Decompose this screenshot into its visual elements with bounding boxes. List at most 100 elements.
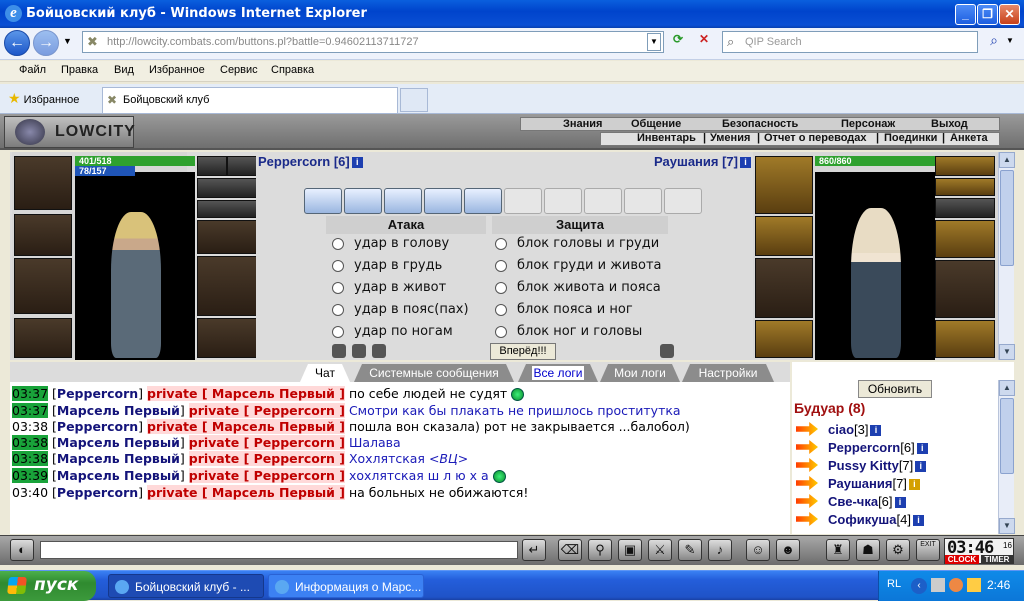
message-sender[interactable]: Марсель Первый — [57, 403, 180, 418]
info-icon[interactable]: i — [870, 425, 882, 437]
enemy-boots-slot[interactable] — [935, 320, 995, 358]
sound-icon[interactable]: ♪ — [708, 539, 732, 561]
taskbar-item[interactable]: Информация о Марс... — [268, 574, 424, 598]
room-user[interactable]: Peppercorn[6] i — [828, 440, 928, 455]
menu-profile[interactable]: Анкета — [950, 132, 988, 144]
refresh-button[interactable]: Обновить — [858, 380, 932, 398]
radio-button[interactable] — [495, 281, 507, 294]
maximize-button[interactable]: ❐ — [977, 4, 998, 25]
scroll-slot-2[interactable] — [344, 188, 382, 214]
room-user[interactable]: Pussy Kitty[7] i — [828, 458, 927, 473]
menu-duels[interactable]: Поединки — [884, 132, 937, 144]
enemy-shield-slot[interactable] — [935, 260, 995, 318]
combat-icon[interactable] — [660, 344, 674, 358]
friends-icon[interactable]: ☻ — [776, 539, 800, 561]
language-indicator[interactable]: RL — [887, 578, 901, 590]
attack-head-option[interactable]: удар в голову — [332, 236, 449, 251]
inventory-icon[interactable]: ♜ — [826, 539, 850, 561]
gloves-slot[interactable] — [197, 220, 257, 254]
private-tag[interactable]: private [ Марсель Первый ] — [147, 419, 345, 434]
search-options-icon[interactable]: ▼ — [1006, 36, 1014, 45]
tab-chat[interactable]: Чат — [300, 364, 350, 382]
search-box[interactable]: ⌕ QIP Search — [722, 31, 978, 53]
menu-help[interactable]: Справка — [271, 64, 314, 76]
stop-icon[interactable]: ✕ — [694, 32, 714, 52]
private-tag[interactable]: private [ Peppercorn ] — [188, 451, 345, 466]
helmet-slot[interactable] — [14, 156, 72, 210]
enemy-name[interactable]: Раушания [7] i — [654, 154, 751, 169]
menu-security[interactable]: Безопасность — [722, 118, 798, 130]
scroll-slot-8[interactable] — [584, 188, 622, 214]
radio-button[interactable] — [495, 259, 507, 272]
player-name[interactable]: Peppercorn [6] i — [258, 154, 363, 169]
volume-icon[interactable] — [967, 578, 981, 592]
scroll-down-icon[interactable]: ▼ — [999, 344, 1015, 360]
settings-icon[interactable]: ⚙ — [886, 539, 910, 561]
enemy-helmet-slot[interactable] — [755, 156, 813, 214]
radio-button[interactable] — [495, 303, 507, 316]
log-icon[interactable]: ✎ — [678, 539, 702, 561]
fight-icon[interactable]: ⚔ — [648, 539, 672, 561]
chat-mode-icon[interactable]: ◐ — [10, 539, 34, 561]
enemy-bracer-slot[interactable] — [755, 216, 813, 256]
new-tab-button[interactable] — [400, 88, 428, 112]
menu-inventory[interactable]: Инвентарь — [637, 132, 696, 144]
radio-button[interactable] — [332, 303, 344, 316]
info-icon[interactable]: i — [351, 157, 363, 169]
close-button[interactable]: ✕ — [999, 4, 1020, 25]
search-go-icon[interactable]: ⌕ — [984, 32, 1004, 52]
address-bar[interactable]: ✖ http://lowcity.combats.com/buttons.pl?… — [82, 31, 664, 53]
menu-transfers-report[interactable]: Отчет о переводах — [764, 132, 867, 144]
radio-button[interactable] — [332, 325, 344, 338]
radio-button[interactable] — [332, 259, 344, 272]
radio-button[interactable] — [495, 237, 507, 250]
info-icon[interactable]: i — [894, 497, 906, 509]
enemy-gloves-slot[interactable] — [935, 220, 995, 258]
boots-slot[interactable] — [197, 318, 257, 358]
tray-expand-icon[interactable]: ‹ — [911, 578, 927, 594]
menu-file[interactable]: Файл — [19, 64, 46, 76]
smiles-icon[interactable]: ☺ — [746, 539, 770, 561]
menu-skills[interactable]: Умения — [710, 132, 750, 144]
room-user[interactable]: Све-чка[6] i — [828, 494, 906, 509]
enemy-weapon-slot[interactable] — [755, 258, 813, 318]
refresh-icon[interactable]: ⟳ — [668, 32, 688, 52]
menu-tools[interactable]: Сервис — [220, 64, 258, 76]
scroll-slot-5[interactable] — [464, 188, 502, 214]
menu-view[interactable]: Вид — [114, 64, 134, 76]
attack-belly-option[interactable]: удар в живот — [332, 280, 446, 295]
combat-icon[interactable] — [372, 344, 386, 358]
weapon-slot[interactable] — [14, 258, 72, 314]
combat-icon[interactable] — [332, 344, 346, 358]
enemy-rings-slot[interactable] — [935, 198, 995, 218]
tab-system-messages[interactable]: Системные сообщения — [354, 364, 514, 382]
combat-icon[interactable] — [352, 344, 366, 358]
exit-icon[interactable]: EXIT — [916, 539, 940, 561]
start-button[interactable]: пуск — [0, 571, 96, 601]
tray-clock[interactable]: 2:46 — [987, 578, 1010, 592]
address-dropdown-icon[interactable]: ▼ — [647, 33, 661, 51]
message-sender[interactable]: Марсель Первый — [57, 451, 180, 466]
attack-legs-option[interactable]: удар по ногам — [332, 324, 453, 339]
filter-icon[interactable]: ⚲ — [588, 539, 612, 561]
ring-slot[interactable] — [197, 156, 227, 176]
attack-groin-option[interactable]: удар в пояс(пах) — [332, 302, 469, 317]
antivirus-icon[interactable] — [949, 578, 963, 592]
radio-button[interactable] — [495, 325, 507, 338]
tab-all-logs[interactable]: Все логи — [518, 364, 598, 382]
menu-exit[interactable]: Выход — [931, 118, 968, 130]
scroll-thumb[interactable] — [1000, 398, 1014, 474]
info-icon[interactable]: i — [908, 479, 920, 491]
tab-my-logs[interactable]: Мои логи — [600, 364, 680, 382]
taskbar-item[interactable]: Бойцовский клуб - ... — [108, 574, 264, 598]
forward-button[interactable]: Вперёд!!! — [490, 343, 556, 360]
private-tag[interactable]: private [ Peppercorn ] — [188, 468, 345, 483]
menu-character[interactable]: Персонаж — [841, 118, 895, 130]
defense-head-chest-option[interactable]: блок головы и груди — [495, 236, 659, 251]
enemy-amulet-slot[interactable] — [935, 178, 995, 196]
room-user[interactable]: ciao[3] i — [828, 422, 882, 437]
enemy-armor-slot[interactable] — [755, 320, 813, 358]
scroll-up-icon[interactable]: ▲ — [999, 380, 1015, 396]
ring-slot[interactable] — [227, 156, 257, 176]
battle-scrollbar[interactable]: ▲ ▼ — [998, 152, 1015, 360]
